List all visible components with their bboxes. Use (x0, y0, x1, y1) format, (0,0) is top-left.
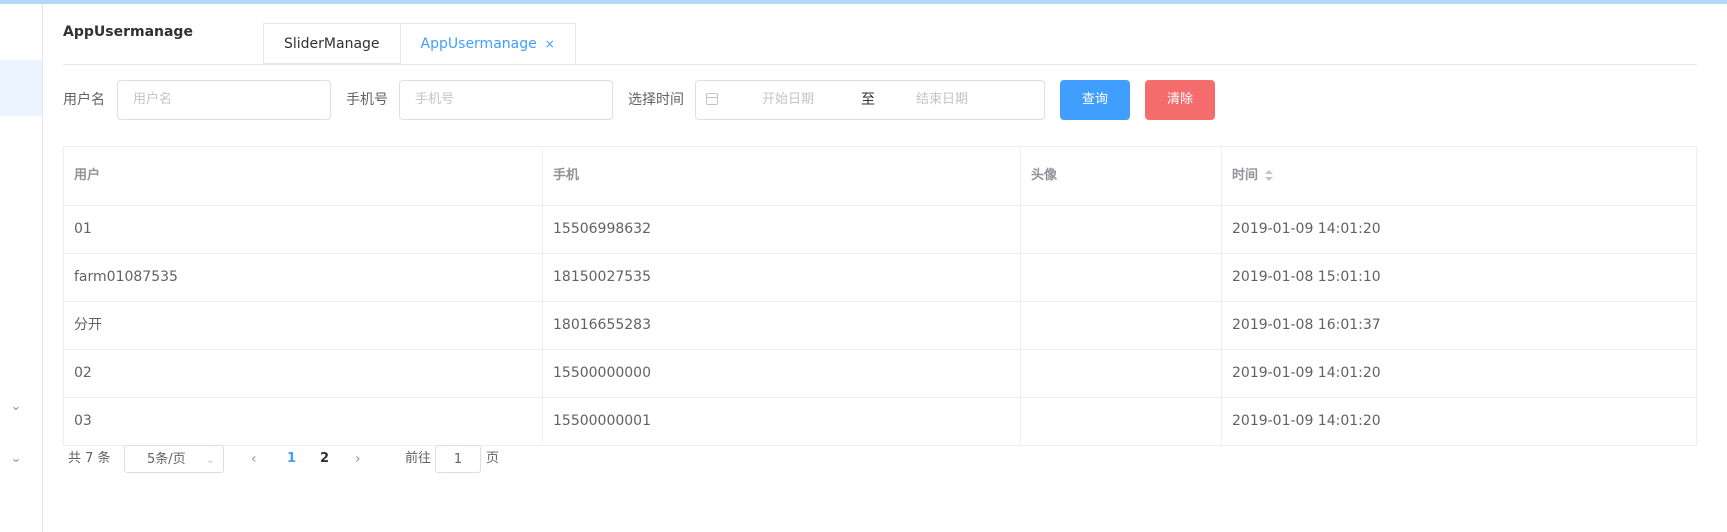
username-label: 用户名 (63, 92, 105, 108)
cell-avatar (1021, 206, 1222, 253)
page-size-select[interactable]: 5条/页 ⌄ (124, 445, 224, 473)
sort-caret-icon[interactable] (1264, 169, 1274, 183)
table-row: farm01087535 18150027535 2019-01-08 15:0… (64, 254, 1696, 302)
chevron-down-icon: ⌄ (205, 453, 215, 466)
table-row: 02 15500000000 2019-01-09 14:01:20 (64, 350, 1696, 398)
page-size-value: 5条/页 (147, 452, 186, 467)
chevron-down-icon[interactable]: ⌄ (9, 452, 23, 466)
page-number[interactable]: 1 (287, 445, 296, 473)
page-number[interactable]: 2 (320, 445, 329, 473)
cell-phone: 15500000001 (543, 398, 1021, 445)
end-date-input[interactable]: 结束日期 (916, 81, 968, 119)
sidebar: ⌄ ⌄ (0, 4, 43, 532)
next-page-icon[interactable]: › (355, 445, 361, 473)
cell-time: 2019-01-09 14:01:20 (1232, 413, 1381, 429)
cell-user: 01 (64, 206, 543, 253)
tab-bar: SliderManage AppUsermanage × (263, 23, 576, 64)
filter-bar: 用户名 用户名 手机号 手机号 选择时间 开始日期 至 结束日期 查询 清除 (63, 80, 1697, 120)
header-time[interactable]: 时间 (1222, 147, 1696, 205)
cell-user: 分开 (64, 302, 543, 349)
username-input[interactable]: 用户名 (117, 80, 331, 120)
cell-time: 2019-01-08 15:01:10 (1232, 269, 1381, 285)
query-button[interactable]: 查询 (1060, 80, 1130, 120)
cell-avatar (1021, 254, 1222, 301)
chevron-down-icon[interactable]: ⌄ (9, 400, 23, 414)
close-icon[interactable]: × (545, 37, 555, 51)
cell-user: farm01087535 (64, 254, 543, 301)
page-title: AppUsermanage (63, 24, 193, 40)
cell-phone: 15500000000 (543, 350, 1021, 397)
time-label: 选择时间 (628, 92, 684, 108)
date-range-picker[interactable]: 开始日期 至 结束日期 (695, 80, 1045, 120)
range-separator: 至 (861, 92, 875, 108)
table-row: 03 15500000001 2019-01-09 14:01:20 (64, 398, 1696, 445)
cell-avatar (1021, 302, 1222, 349)
main-content: AppUsermanage SliderManage AppUsermanage… (63, 4, 1697, 532)
calendar-icon (706, 93, 718, 105)
clear-button[interactable]: 清除 (1145, 80, 1215, 120)
user-table: 用户 手机 头像 时间 01 15506998632 2019-01-09 14… (63, 146, 1697, 446)
sidebar-active-item[interactable] (0, 60, 42, 116)
phone-input[interactable]: 手机号 (399, 80, 613, 120)
cell-time: 2019-01-08 16:01:37 (1232, 317, 1381, 333)
cell-user: 02 (64, 350, 543, 397)
header-user: 用户 (64, 147, 543, 205)
page-suffix: 页 (486, 451, 500, 466)
tab-divider (63, 64, 1697, 65)
table-body: 01 15506998632 2019-01-09 14:01:20 farm0… (64, 206, 1696, 445)
cell-phone: 18150027535 (543, 254, 1021, 301)
tab-label: SliderManage (284, 36, 380, 52)
phone-label: 手机号 (346, 92, 388, 108)
table-row: 分开 18016655283 2019-01-08 16:01:37 (64, 302, 1696, 350)
goto-label: 前往 (405, 451, 432, 466)
header-time-label: 时间 (1232, 168, 1259, 183)
pagination: 共 7 条 5条/页 ⌄ ‹ 1 2 › 前往 1 页 (63, 445, 863, 475)
start-date-input[interactable]: 开始日期 (762, 81, 814, 119)
cell-phone: 15506998632 (543, 206, 1021, 253)
cell-time: 2019-01-09 14:01:20 (1232, 221, 1381, 237)
cell-avatar (1021, 398, 1222, 445)
cell-avatar (1021, 350, 1222, 397)
table-row: 01 15506998632 2019-01-09 14:01:20 (64, 206, 1696, 254)
goto-page-input[interactable]: 1 (435, 445, 481, 473)
tab-label: AppUsermanage (420, 36, 537, 52)
header-avatar: 头像 (1021, 147, 1222, 205)
prev-page-icon[interactable]: ‹ (251, 445, 257, 473)
pagination-total: 共 7 条 (68, 451, 111, 466)
tab-appusermanage[interactable]: AppUsermanage × (400, 23, 576, 64)
table-header-row: 用户 手机 头像 时间 (64, 147, 1696, 206)
cell-user: 03 (64, 398, 543, 445)
header-phone: 手机 (543, 147, 1021, 205)
cell-time: 2019-01-09 14:01:20 (1232, 365, 1381, 381)
tab-slidermanage[interactable]: SliderManage (263, 23, 401, 64)
cell-phone: 18016655283 (543, 302, 1021, 349)
